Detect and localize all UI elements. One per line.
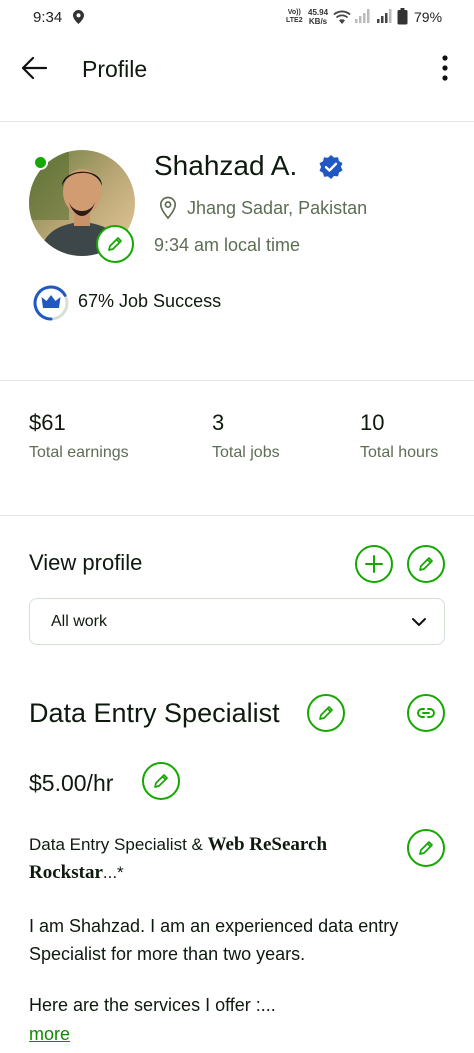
back-button[interactable] bbox=[20, 54, 48, 82]
edit-overview-button[interactable] bbox=[407, 829, 445, 867]
more-vertical-icon bbox=[442, 55, 448, 81]
stat-label: Total jobs bbox=[212, 444, 280, 461]
stat-value: 3 bbox=[212, 410, 225, 435]
signal-sim1-icon bbox=[355, 9, 371, 28]
lte-label: LTE2 bbox=[286, 17, 303, 24]
stat-label: Total hours bbox=[360, 444, 439, 461]
app-bar: Profile bbox=[0, 36, 474, 122]
page-title: Profile bbox=[82, 56, 148, 82]
volte-label: Vo)) bbox=[287, 9, 301, 16]
stat-total-earnings: $61 Total earnings bbox=[29, 410, 129, 462]
work-filter-dropdown[interactable]: All work bbox=[29, 598, 445, 645]
overview-services: Here are the services I offer :... bbox=[29, 995, 276, 1015]
hourly-rate: $5.00/hr bbox=[29, 770, 114, 796]
wifi-icon bbox=[333, 10, 351, 29]
status-bar: 9:34 Vo)) LTE2 45.94 KB/s 79% bbox=[0, 0, 474, 36]
view-profile-heading: View profile bbox=[29, 550, 143, 575]
verified-badge-icon bbox=[318, 154, 344, 185]
profile-name: Shahzad A. bbox=[154, 150, 298, 181]
edit-rate-button[interactable] bbox=[142, 762, 180, 800]
location-status-icon bbox=[73, 10, 84, 29]
online-status-indicator bbox=[33, 155, 48, 170]
copy-link-button[interactable] bbox=[407, 694, 445, 732]
link-icon bbox=[417, 708, 435, 718]
edit-profiles-button[interactable] bbox=[407, 545, 445, 583]
specialized-profile-title: Data Entry Specialist bbox=[29, 698, 280, 728]
speed-unit: KB/s bbox=[308, 17, 328, 26]
pencil-icon bbox=[319, 706, 333, 720]
chevron-down-icon bbox=[411, 614, 427, 635]
arrow-left-icon bbox=[21, 56, 48, 80]
status-time: 9:34 bbox=[33, 9, 63, 26]
divider bbox=[0, 515, 474, 516]
overview-title-suffix: ...* bbox=[102, 863, 124, 882]
battery-percent: 79% bbox=[414, 9, 443, 25]
profile-location: Jhang Sadar, Pakistan bbox=[187, 198, 368, 218]
pencil-icon bbox=[419, 841, 433, 855]
job-success-label: 67% Job Success bbox=[78, 291, 222, 311]
work-filter-value: All work bbox=[51, 613, 108, 630]
stat-label: Total earnings bbox=[29, 444, 129, 461]
overview-title: Data Entry Specialist & Web ReSearch Roc… bbox=[29, 831, 389, 887]
battery-icon bbox=[397, 8, 408, 30]
stat-total-hours: 10 Total hours bbox=[360, 410, 438, 462]
signal-sim2-icon bbox=[377, 9, 393, 28]
pencil-icon bbox=[154, 774, 168, 788]
edit-photo-button[interactable] bbox=[96, 225, 134, 263]
overview-body: I am Shahzad. I am an experienced data e… bbox=[29, 916, 399, 964]
volte-indicator: Vo)) LTE2 bbox=[286, 9, 303, 25]
speed-value: 45.94 bbox=[308, 8, 329, 17]
add-specialized-profile-button[interactable] bbox=[355, 545, 393, 583]
overview-title-plain: Data Entry Specialist & bbox=[29, 835, 208, 854]
stat-total-jobs: 3 Total jobs bbox=[212, 410, 280, 462]
more-link[interactable]: more bbox=[29, 1024, 70, 1045]
edit-title-button[interactable] bbox=[307, 694, 345, 732]
pencil-icon bbox=[419, 557, 433, 571]
pencil-icon bbox=[108, 237, 122, 251]
plus-icon bbox=[365, 555, 383, 573]
stat-value: $61 bbox=[29, 410, 66, 435]
profile-local-time: 9:34 am local time bbox=[154, 235, 301, 255]
map-pin-icon bbox=[159, 196, 177, 225]
stat-value: 10 bbox=[360, 410, 385, 435]
more-options-button[interactable] bbox=[435, 55, 455, 81]
network-speed: 45.94 KB/s bbox=[308, 8, 328, 26]
divider bbox=[0, 380, 474, 381]
job-success-badge-icon bbox=[32, 284, 70, 327]
